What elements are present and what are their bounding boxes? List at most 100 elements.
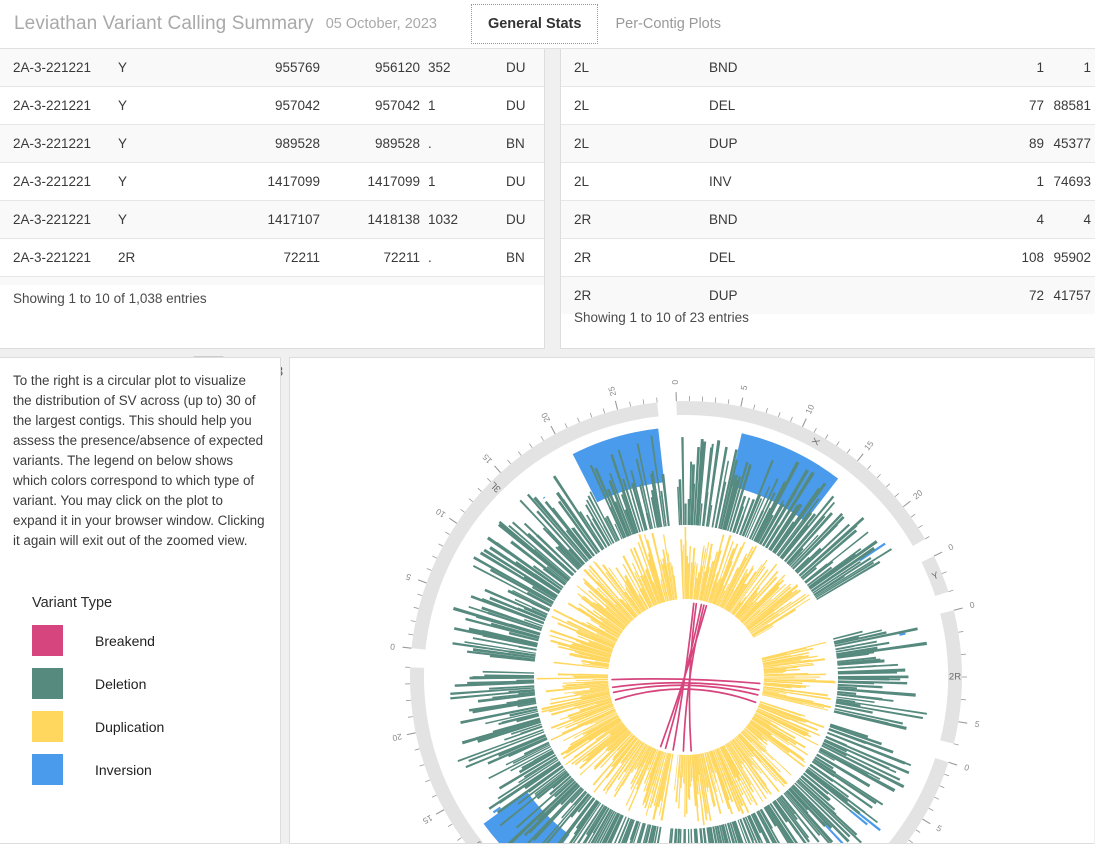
- cell-type: BN: [506, 124, 544, 163]
- cell-variant-type: DEL: [709, 238, 899, 277]
- svg-text:5: 5: [404, 572, 412, 583]
- cell-contig: Y: [118, 49, 210, 87]
- table-row[interactable]: 2A-3-221221 Y 989528 989528 . BN: [0, 124, 544, 163]
- cell-count: 1: [899, 162, 1044, 201]
- tables-row: 2A-3-221221 Y 955769 956120 352 DU 2A-3-…: [0, 49, 1095, 388]
- contig-table-info: Showing 1 to 10 of 23 entries: [574, 310, 749, 325]
- table-row[interactable]: 2A-3-221221 2R 72211 72211 . BN: [0, 238, 544, 276]
- circos-plot-card[interactable]: 05101520253L05101520X0Y052R0510152025302…: [289, 357, 1094, 844]
- cell-contig: 2L: [561, 124, 709, 163]
- cell-contig: Y: [118, 86, 210, 125]
- variant-table-body: 2A-3-221221 Y 955769 956120 352 DU 2A-3-…: [0, 49, 544, 276]
- cell-length: 352: [428, 49, 506, 87]
- tab-general-stats[interactable]: General Stats: [470, 3, 599, 45]
- svg-text:15: 15: [480, 452, 494, 466]
- svg-text:0: 0: [963, 762, 971, 773]
- svg-text:0: 0: [389, 642, 395, 652]
- legend-swatch-breakend: [32, 625, 63, 656]
- cell-sample: 2A-3-221221: [0, 200, 118, 239]
- cell-type: DU: [506, 162, 544, 201]
- table-row[interactable]: 2A-3-221221 Y 1417107 1418138 1032 DU: [0, 200, 544, 239]
- cell-variant-type: BND: [709, 200, 899, 239]
- cell-position: 1417099: [210, 162, 320, 201]
- cell-type: DU: [506, 200, 544, 239]
- svg-text:10: 10: [434, 506, 448, 520]
- cell-variant-type: DEL: [709, 86, 899, 125]
- plot-description: To the right is a circular plot to visua…: [13, 373, 265, 548]
- svg-text:10: 10: [803, 403, 816, 416]
- table-row[interactable]: 2A-3-221221 Y 955769 956120 352 DU: [0, 49, 544, 87]
- cell-length: 1: [428, 86, 506, 125]
- table-row[interactable]: 2R DEL 108 95902: [561, 238, 1095, 277]
- legend-swatch-deletion: [32, 668, 63, 699]
- table-row[interactable]: 2R BND 4 4: [561, 200, 1095, 239]
- cell-position: 989528: [210, 124, 320, 163]
- legend-title: Variant Type: [32, 595, 113, 611]
- tab-bar: General Stats Per-Contig Plots: [470, 0, 738, 49]
- page-body: 2A-3-221221 Y 955769 956120 352 DU 2A-3-…: [0, 49, 1095, 844]
- legend-item-deletion: Deletion: [32, 668, 280, 699]
- cell-total-length: 4: [1044, 200, 1095, 239]
- cell-contig: Y: [118, 200, 210, 239]
- cell-position: 1417107: [210, 200, 320, 239]
- legend-label-inversion: Inversion: [95, 761, 152, 778]
- app-header: Leviathan Variant Calling Summary 05 Oct…: [0, 0, 1095, 49]
- legend-item-inversion: Inversion: [32, 754, 280, 785]
- svg-text:15: 15: [862, 438, 876, 452]
- cell-count: 4: [899, 200, 1044, 239]
- report-date: 05 October, 2023: [325, 16, 437, 32]
- cell-variant-type: DUP: [709, 124, 899, 163]
- cell-end: 1417099: [320, 162, 428, 201]
- legend-label-breakend: Breakend: [95, 632, 155, 649]
- cell-end: 989528: [320, 124, 428, 163]
- table-row[interactable]: 2L DEL 77 88581: [561, 86, 1095, 125]
- cell-contig: 2R: [118, 238, 210, 276]
- svg-text:5: 5: [739, 384, 750, 391]
- cell-position: 957042: [210, 86, 320, 125]
- svg-text:25: 25: [606, 385, 618, 397]
- cell-total-length: 1: [1044, 49, 1095, 87]
- cell-sample: 2A-3-221221: [0, 86, 118, 125]
- cell-contig: 2L: [561, 49, 709, 87]
- table-row[interactable]: 2A-3-221221 Y 1417099 1417099 1 DU: [0, 162, 544, 201]
- contig-summary-body: 2L BND 1 1 2L DEL 77 88581 2L DUP 89 453…: [561, 49, 1095, 314]
- svg-text:20: 20: [539, 411, 552, 424]
- circos-plot[interactable]: 05101520253L05101520X0Y052R0510152025302…: [290, 358, 1094, 844]
- plot-row: To the right is a circular plot to visua…: [0, 357, 1095, 844]
- cell-count: 77: [899, 86, 1044, 125]
- cell-position: 72211: [210, 238, 320, 276]
- cell-end: 957042: [320, 86, 428, 125]
- table-row[interactable]: 2A-3-221221 Y 957042 957042 1 DU: [0, 86, 544, 125]
- contig-summary-table: 2L BND 1 1 2L DEL 77 88581 2L DUP 89 453…: [561, 49, 1095, 314]
- legend-label-duplication: Duplication: [95, 718, 165, 735]
- svg-text:0: 0: [946, 541, 955, 552]
- cell-end: 956120: [320, 49, 428, 87]
- cell-count: 108: [899, 238, 1044, 277]
- variant-table-card: 2A-3-221221 Y 955769 956120 352 DU 2A-3-…: [0, 49, 545, 388]
- cell-total-length: 95902: [1044, 238, 1095, 277]
- variant-table: 2A-3-221221 Y 955769 956120 352 DU 2A-3-…: [0, 49, 544, 276]
- cell-type: DU: [506, 49, 544, 87]
- legend-label-deletion: Deletion: [95, 675, 147, 692]
- cell-variant-type: INV: [709, 162, 899, 201]
- table-row[interactable]: 2L DUP 89 45377: [561, 124, 1095, 163]
- cell-type: DU: [506, 86, 544, 125]
- cell-end: 1418138: [320, 200, 428, 239]
- cell-length: .: [428, 238, 506, 276]
- cell-contig: Y: [118, 162, 210, 201]
- cell-end: 72211: [320, 238, 428, 276]
- svg-text:15: 15: [421, 813, 434, 826]
- table-row[interactable]: 2L BND 1 1: [561, 49, 1095, 87]
- variant-table-info: Showing 1 to 10 of 1,038 entries: [13, 291, 207, 306]
- table-row[interactable]: 2L INV 1 74693: [561, 162, 1095, 201]
- svg-text:0: 0: [969, 599, 976, 610]
- svg-text:20: 20: [911, 487, 925, 501]
- contig-summary-card: 2L BND 1 1 2L DEL 77 88581 2L DUP 89 453…: [560, 49, 1095, 349]
- tab-per-contig-plots[interactable]: Per-Contig Plots: [598, 4, 738, 45]
- cell-contig: 2R: [561, 200, 709, 239]
- cell-total-length: 45377: [1044, 124, 1095, 163]
- svg-text:5: 5: [974, 719, 981, 730]
- variant-legend: Variant Type Breakend Deletion Duplicati…: [0, 551, 280, 785]
- svg-text:5: 5: [935, 823, 944, 834]
- cell-length: .: [428, 124, 506, 163]
